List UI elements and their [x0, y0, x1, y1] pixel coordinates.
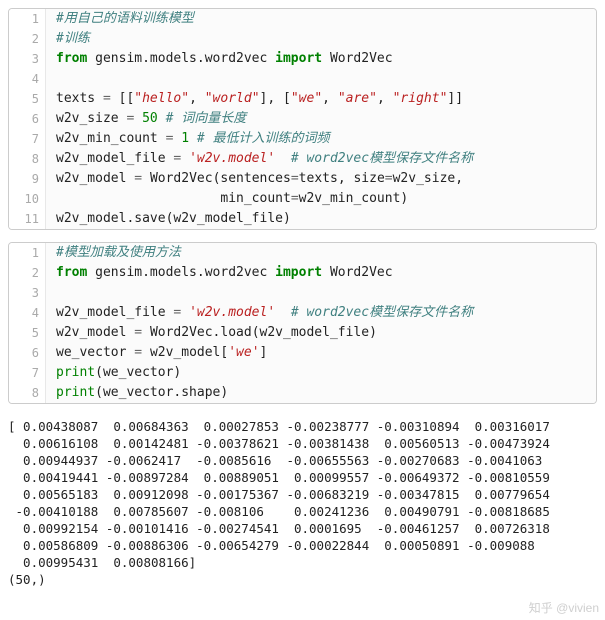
- code-row: 3: [9, 283, 596, 303]
- line-content: w2v_model_file = 'w2v.model' # word2vec模…: [46, 149, 596, 169]
- line-content: from gensim.models.word2vec import Word2…: [46, 263, 596, 283]
- code-block-2: 1#模型加载及使用方法2from gensim.models.word2vec …: [8, 242, 597, 404]
- code-row: 1#用自己的语料训练模型: [9, 9, 596, 29]
- line-number: 9: [9, 169, 46, 189]
- code-row: 6w2v_size = 50 # 词向量长度: [9, 109, 596, 129]
- code-row: 4: [9, 69, 596, 89]
- line-number: 7: [9, 363, 46, 383]
- code-row: 11w2v_model.save(w2v_model_file): [9, 209, 596, 229]
- line-content: texts = [["hello", "world"], ["we", "are…: [46, 89, 596, 109]
- line-number: 8: [9, 383, 46, 403]
- line-number: 3: [9, 49, 46, 69]
- line-content: w2v_model.save(w2v_model_file): [46, 209, 596, 229]
- code-row: 5texts = [["hello", "world"], ["we", "ar…: [9, 89, 596, 109]
- line-number: 10: [9, 189, 46, 209]
- line-number: 11: [9, 209, 46, 229]
- line-number: 6: [9, 343, 46, 363]
- line-number: 3: [9, 283, 46, 303]
- code-row: 9w2v_model = Word2Vec(sentences=texts, s…: [9, 169, 596, 189]
- line-number: 7: [9, 129, 46, 149]
- code-row: 7w2v_min_count = 1 # 最低计入训练的词频: [9, 129, 596, 149]
- line-content: we_vector = w2v_model['we']: [46, 343, 596, 363]
- code-row: 3from gensim.models.word2vec import Word…: [9, 49, 596, 69]
- code-block-1: 1#用自己的语料训练模型2#训练3from gensim.models.word…: [8, 8, 597, 230]
- line-content: w2v_model = Word2Vec(sentences=texts, si…: [46, 169, 596, 189]
- line-content: from gensim.models.word2vec import Word2…: [46, 49, 596, 69]
- output-block: [ 0.00438087 0.00684363 0.00027853 -0.00…: [8, 416, 597, 590]
- code-row: 1#模型加载及使用方法: [9, 243, 596, 263]
- line-number: 2: [9, 29, 46, 49]
- line-content: w2v_size = 50 # 词向量长度: [46, 109, 596, 129]
- line-content: w2v_min_count = 1 # 最低计入训练的词频: [46, 129, 596, 149]
- line-number: 2: [9, 263, 46, 283]
- line-content: print(we_vector.shape): [46, 383, 596, 403]
- code-row: 10 min_count=w2v_min_count): [9, 189, 596, 209]
- code-row: 7print(we_vector): [9, 363, 596, 383]
- line-number: 8: [9, 149, 46, 169]
- line-content: print(we_vector): [46, 363, 596, 383]
- code-row: 5w2v_model = Word2Vec.load(w2v_model_fil…: [9, 323, 596, 343]
- line-content: #用自己的语料训练模型: [46, 9, 596, 29]
- line-number: 1: [9, 9, 46, 29]
- line-content: min_count=w2v_min_count): [46, 189, 596, 209]
- watermark: 知乎 @vivien: [529, 599, 599, 616]
- code-row: 2#训练: [9, 29, 596, 49]
- line-number: 1: [9, 243, 46, 263]
- line-number: 6: [9, 109, 46, 129]
- line-number: 5: [9, 89, 46, 109]
- line-content: #训练: [46, 29, 596, 49]
- line-content: [46, 283, 596, 303]
- line-content: w2v_model = Word2Vec.load(w2v_model_file…: [46, 323, 596, 343]
- line-content: #模型加载及使用方法: [46, 243, 596, 263]
- line-content: w2v_model_file = 'w2v.model' # word2vec模…: [46, 303, 596, 323]
- line-content: [46, 69, 596, 89]
- line-number: 5: [9, 323, 46, 343]
- line-number: 4: [9, 303, 46, 323]
- code-row: 2from gensim.models.word2vec import Word…: [9, 263, 596, 283]
- code-row: 8print(we_vector.shape): [9, 383, 596, 403]
- code-row: 4w2v_model_file = 'w2v.model' # word2vec…: [9, 303, 596, 323]
- code-row: 6we_vector = w2v_model['we']: [9, 343, 596, 363]
- code-row: 8w2v_model_file = 'w2v.model' # word2vec…: [9, 149, 596, 169]
- line-number: 4: [9, 69, 46, 89]
